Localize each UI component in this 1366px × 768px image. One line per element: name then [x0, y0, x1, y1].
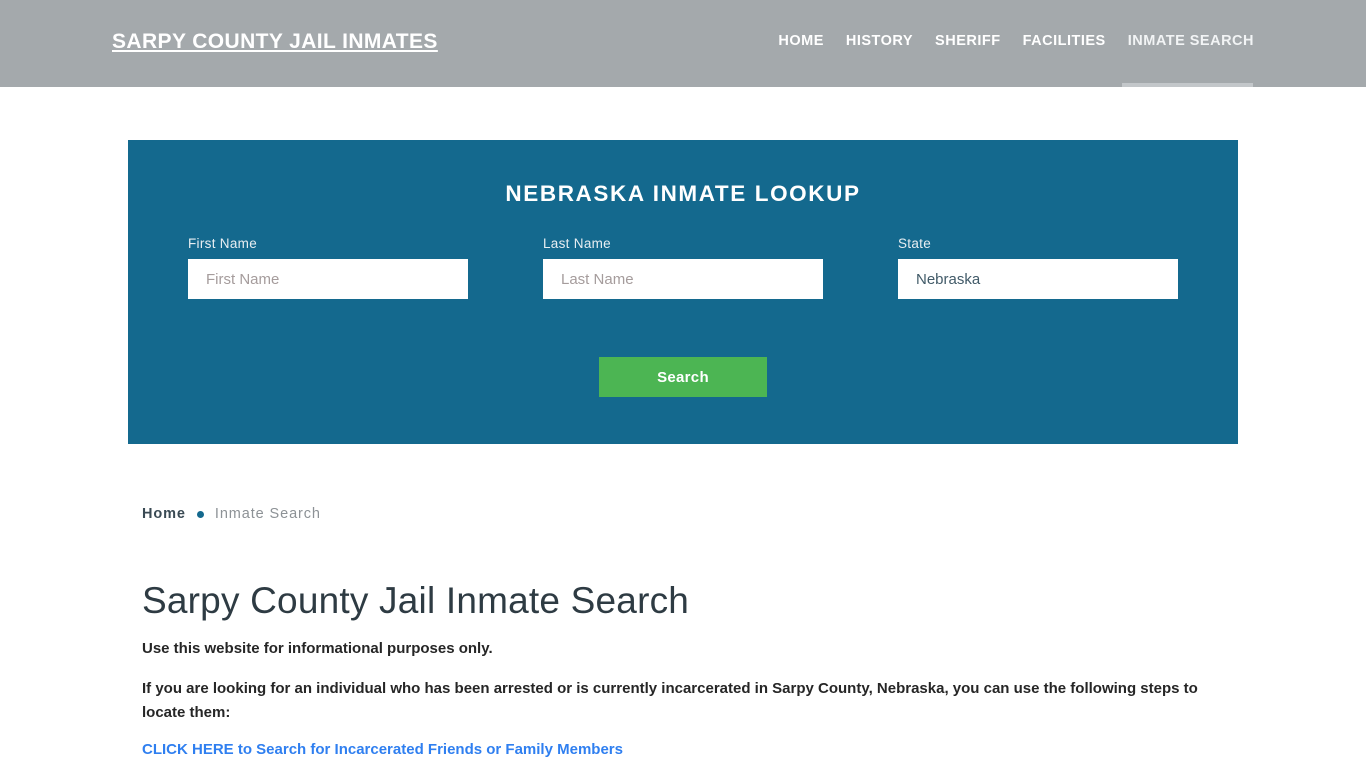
search-button[interactable]: Search [599, 357, 767, 397]
last-name-input[interactable] [543, 259, 823, 299]
nav-item-sheriff[interactable]: SHERIFF [924, 33, 1012, 49]
first-name-label: First Name [188, 236, 258, 251]
intro-paragraph: Use this website for informational purpo… [142, 640, 493, 657]
state-field-group: State Nebraska [898, 236, 1178, 299]
first-name-field-group: First Name [188, 236, 468, 299]
page-title: Sarpy County Jail Inmate Search [142, 580, 690, 621]
nav-item-facilities[interactable]: FACILITIES [1012, 33, 1117, 49]
instructions-paragraph: If you are looking for an individual who… [142, 680, 1198, 721]
main-navigation: HOME HISTORY SHERIFF FACILITIES INMATE S… [767, 33, 1254, 49]
breadcrumb-home-link[interactable]: Home [142, 506, 186, 522]
lookup-panel-title: NEBRASKA INMATE LOOKUP [505, 181, 861, 206]
breadcrumb: Home Inmate Search [142, 506, 321, 522]
nav-item-home[interactable]: HOME [767, 33, 835, 49]
state-label: State [898, 236, 932, 251]
lookup-fields-row: First Name Last Name State Nebraska [128, 236, 1238, 312]
inmate-lookup-panel: NEBRASKA INMATE LOOKUP First Name Last N… [128, 140, 1238, 444]
first-name-input[interactable] [188, 259, 468, 299]
last-name-field-group: Last Name [543, 236, 823, 299]
site-header: SARPY COUNTY JAIL INMATES HOME HISTORY S… [0, 0, 1366, 87]
inmate-search-cta-link[interactable]: CLICK HERE to Search for Incarcerated Fr… [142, 741, 623, 758]
site-brand-logo[interactable]: SARPY COUNTY JAIL INMATES [112, 30, 438, 54]
last-name-label: Last Name [543, 236, 611, 251]
breadcrumb-separator-dot-icon [196, 510, 204, 518]
active-nav-indicator [1122, 83, 1253, 87]
breadcrumb-current-page: Inmate Search [214, 506, 321, 522]
state-select[interactable]: Nebraska [898, 259, 1178, 299]
nav-item-history[interactable]: HISTORY [835, 33, 924, 49]
nav-item-inmate-search[interactable]: INMATE SEARCH [1117, 33, 1254, 49]
